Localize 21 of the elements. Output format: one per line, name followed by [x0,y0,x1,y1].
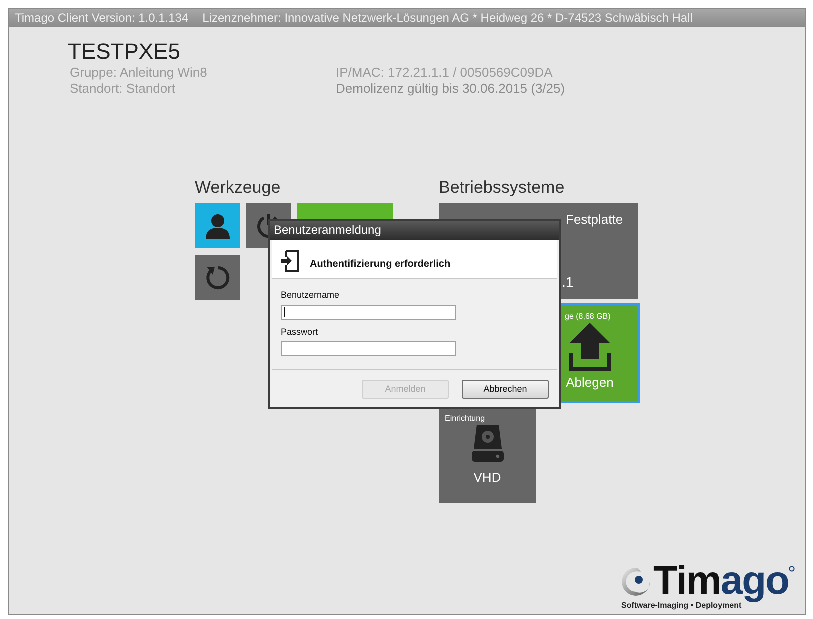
field-label: Passwort [281,326,320,338]
section-heading: Werkzeuge [195,178,282,198]
license-text: Demolizenz gültig bis 30.06.2015 (3/25) [336,81,566,97]
tile-title: Einrichtung [444,413,486,425]
logo-tagline: Software-Imaging • Deployment [620,601,742,612]
tile-label: Ablegen [566,374,614,392]
computer-name: TESTPXE5 [68,39,182,65]
location-text: Standort: Standort [70,81,177,97]
ip-mac-text: IP/MAC: 172.21.1.1 / 0050569C09DA [336,65,554,81]
tile-label: .1 [561,273,575,292]
field-label: Benutzername [281,289,341,302]
dialog-heading: Authentifizierung erforderlich [310,258,451,272]
logo-text: Timago [653,562,789,600]
licensee-text: Lizenznehmer: Innovative Netzwerk-Lösungen AG * Heidweg 26 * D-74523 Schwäbisch Hall [202,10,693,27]
dialog-title: Benutzeranmeldung [270,221,559,240]
tile-title: Festplatte [565,211,624,229]
section-heading: Betriebssysteme [439,178,566,198]
tile-title: ge (8,68 GB) [564,311,611,323]
group-text: Gruppe: Anleitung Win8 [70,65,208,81]
version-text: Timago Client Version: 1.0.1.134 [15,10,189,27]
tile-label: VHD [474,469,502,487]
